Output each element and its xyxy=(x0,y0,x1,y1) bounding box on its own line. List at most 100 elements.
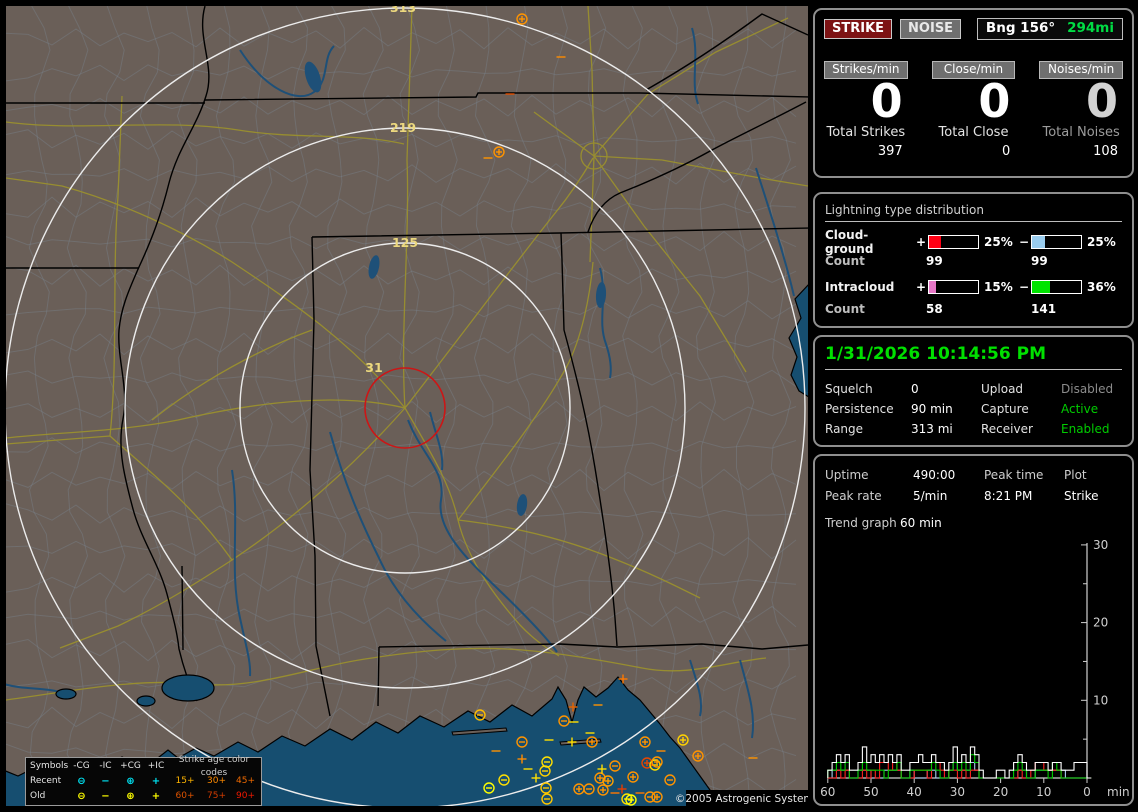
minus-sign: − xyxy=(1019,235,1030,249)
ic-plus-icon: + xyxy=(151,791,161,802)
range-ring-label-313: 313 xyxy=(390,6,416,15)
noises-per-min-value: 0 xyxy=(1085,74,1118,128)
y-tick-label: 30 xyxy=(1093,540,1108,552)
ic-minus-count: 141 xyxy=(1031,302,1057,316)
range-ring-label-125: 125 xyxy=(392,235,418,250)
upload-label: Upload xyxy=(981,382,1024,396)
x-tick-label: 20 xyxy=(993,785,1008,799)
squelch-label: Squelch xyxy=(825,382,873,396)
age-code-15: 15+ xyxy=(175,776,195,786)
plus-sign: + xyxy=(916,235,927,249)
receiver-label: Receiver xyxy=(981,422,1033,436)
legend-recent-row: Recent ⊖ − ⊕ + 15+ 30+ 45+ xyxy=(30,775,259,788)
legend-col-cg-pos: +CG xyxy=(120,761,141,771)
status-settings-panel: 1/31/2026 10:14:56 PM Squelch 0 Upload D… xyxy=(813,335,1134,447)
x-tick-label: 10 xyxy=(1036,785,1051,799)
legend-old-row: Old ⊖ − ⊕ + 60+ 75+ 90+ xyxy=(30,790,259,803)
cg-plus-icon: ⊕ xyxy=(126,791,135,802)
cg-minus-icon: ⊖ xyxy=(77,776,86,787)
y-tick-label: 10 xyxy=(1093,693,1108,707)
plot-value: Strike xyxy=(1064,488,1099,503)
x-tick-label: 40 xyxy=(907,785,922,799)
strikes-per-min-value: 0 xyxy=(870,74,903,128)
cg-plus-percent: 25% xyxy=(984,235,1013,249)
trend-graph-label: Trend graph xyxy=(825,516,897,530)
cg-minus-percent: 25% xyxy=(1087,235,1116,249)
lake-pontchartrain xyxy=(161,674,215,702)
intracloud-count-row: Count 58 141 xyxy=(825,298,1122,320)
peak-time-label: Peak time xyxy=(984,467,1044,482)
intracloud-row: Intracloud + 15% − 36% xyxy=(825,276,1122,298)
range-ring-label-219: 219 xyxy=(390,120,416,135)
x-tick-label: 30 xyxy=(950,785,965,799)
close-per-min-counter: Close/min 0 Total Close 0 xyxy=(931,61,1016,159)
trend-series-Total xyxy=(827,746,1092,779)
receiver-status: Enabled xyxy=(1061,422,1110,436)
ic-minus-bar xyxy=(1031,280,1082,294)
y-tick-label: 20 xyxy=(1093,616,1108,630)
legend-symbols-label: Symbols xyxy=(30,761,69,771)
trend-series--IC xyxy=(827,754,1092,779)
age-code-90: 90+ xyxy=(236,791,255,801)
ic-plus-percent: 15% xyxy=(984,280,1013,294)
cloud-ground-row: Cloud-ground + 25% − 25% xyxy=(825,228,1122,256)
trend-graph-value: 60 min xyxy=(900,516,942,530)
upload-status: Disabled xyxy=(1061,382,1114,396)
count-label: Count xyxy=(825,302,865,316)
intracloud-label: Intracloud xyxy=(825,280,895,294)
age-code-75: 75+ xyxy=(207,791,226,801)
total-strikes-value: 397 xyxy=(877,144,903,159)
strikes-per-min-counter: Strikes/min 0 Total Strikes 397 xyxy=(824,61,908,159)
legend-col-ic-pos: +IC xyxy=(147,761,165,771)
uptime-row: Uptime 490:00 Peak time Plot xyxy=(825,464,1122,485)
cg-plus-bar xyxy=(928,235,979,249)
uptime-value: 490:00 xyxy=(913,467,956,482)
bearing-distance: 294mi xyxy=(1067,20,1114,36)
count-label: Count xyxy=(825,254,865,268)
cg-plus-icon: ⊕ xyxy=(126,776,135,787)
range-value: 313 mi xyxy=(911,422,953,436)
total-close-label: Total Close xyxy=(938,125,1009,140)
peak-rate-value: 5/min xyxy=(913,488,948,503)
panel-toolbar: STRIKE NOISE Bng 156° 294mi xyxy=(824,18,1123,40)
strike-counter-panel: STRIKE NOISE Bng 156° 294mi Strikes/min … xyxy=(813,8,1134,178)
map-area[interactable]: 313 219 125 31 ©2005 Astrogenic Systems xyxy=(6,6,808,806)
noises-per-min-counter: Noises/min 0 Total Noises 108 xyxy=(1039,61,1123,159)
cg-minus-icon: ⊖ xyxy=(77,791,86,802)
x-tick-label: 0 xyxy=(1083,785,1091,799)
x-tick-label: 60 xyxy=(820,785,835,799)
legend-col-ic-neg: -IC xyxy=(99,761,112,771)
range-row: Range 313 mi Receiver Enabled xyxy=(825,419,1122,439)
x-axis-unit: min xyxy=(1107,785,1130,799)
range-label: Range xyxy=(825,422,864,436)
noise-tab-button[interactable]: NOISE xyxy=(900,19,962,39)
lightning-map[interactable]: 313 219 125 31 ©2005 Astrogenic Systems xyxy=(6,6,808,806)
cg-minus-count: 99 xyxy=(1031,254,1048,268)
map-legend: Symbols -CG -IC +CG +IC Strike age color… xyxy=(25,755,262,806)
total-noises-value: 108 xyxy=(1093,144,1118,159)
peak-time-value: 8:21 PM xyxy=(984,488,1033,503)
date-time-display: 1/31/2026 10:14:56 PM xyxy=(825,344,1122,370)
peak-rate-row: Peak rate 5/min 8:21 PM Strike xyxy=(825,485,1122,506)
trend-chart: 10 20 30 60 50 40 30 20 10 0 min xyxy=(820,540,1130,799)
trend-panel: Uptime 490:00 Peak time Plot Peak rate 5… xyxy=(813,454,1134,806)
persistence-row: Persistence 90 min Capture Active xyxy=(825,399,1122,419)
cg-plus-count: 99 xyxy=(926,254,943,268)
range-ring-label-31: 31 xyxy=(365,360,382,375)
bearing-display: Bng 156° 294mi xyxy=(976,18,1123,40)
strike-tab-button[interactable]: STRIKE xyxy=(824,19,893,39)
legend-col-cg-neg: -CG xyxy=(73,761,90,771)
plot-label: Plot xyxy=(1064,467,1087,482)
persistence-label: Persistence xyxy=(825,402,894,416)
squelch-row: Squelch 0 Upload Disabled xyxy=(825,379,1122,399)
nexstorm-app-window: 313 219 125 31 ©2005 Astrogenic Systems Symb… xyxy=(0,0,1138,812)
trend-graph-row: Trend graph 60 min xyxy=(825,513,1122,533)
x-tick-label: 50 xyxy=(863,785,878,799)
total-strikes-label: Total Strikes xyxy=(826,125,906,140)
plus-sign: + xyxy=(916,280,927,294)
cloud-ground-label: Cloud-ground xyxy=(825,228,874,256)
ic-minus-icon: − xyxy=(101,791,110,802)
bearing-value: Bng 156° xyxy=(985,20,1056,36)
squelch-value: 0 xyxy=(911,382,919,396)
peak-rate-label: Peak rate xyxy=(825,488,882,503)
